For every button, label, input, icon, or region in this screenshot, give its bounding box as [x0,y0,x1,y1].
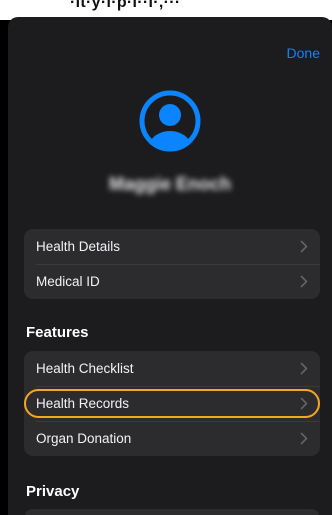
row-label: Health Records [36,396,130,411]
done-button[interactable]: Done [287,45,320,61]
row-label: Health Checklist [36,361,134,376]
organ-donation-row[interactable]: Organ Donation [24,421,320,456]
privacy-section-title: Privacy [26,483,80,500]
account-settings-group: Health Details Medical ID [24,229,320,299]
chevron-right-icon [300,432,308,445]
health-details-row[interactable]: Health Details [24,229,320,264]
features-section-title: Features [26,324,89,341]
medical-id-row[interactable]: Medical ID [24,264,320,299]
chevron-right-icon [300,397,308,410]
chevron-right-icon [300,240,308,253]
row-label: Organ Donation [36,431,132,446]
person-circle-icon [136,87,204,155]
row-label: Medical ID [36,274,100,289]
status-text: ·lt·y·i·p·i··i·,··· [70,0,181,11]
profile-name: Maggie Enoch [108,174,231,194]
chevron-right-icon [300,275,308,288]
features-group: Health Checklist Health Records Organ Do… [24,351,320,456]
chevron-right-icon [300,362,308,375]
health-checklist-row[interactable]: Health Checklist [24,351,320,386]
row-label: Health Details [36,239,121,254]
health-records-row[interactable]: Health Records [24,386,320,421]
profile-sheet: Done Maggie Enoch Health Details Medical… [8,17,332,515]
privacy-group [24,509,320,515]
